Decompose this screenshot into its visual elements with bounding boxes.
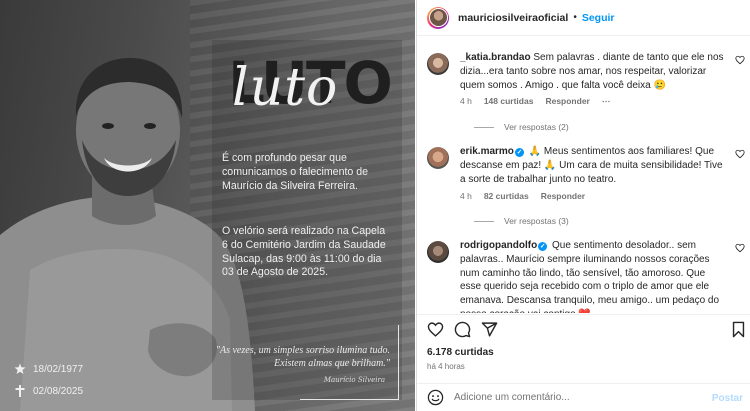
obituary-paragraph: É com profundo pesar que comunicamos o f…: [222, 152, 369, 192]
quote-text: "As vezes, um simples sorriso ilumina tu…: [215, 345, 390, 369]
heart-icon[interactable]: [735, 149, 745, 159]
add-comment-bar: Postar: [417, 383, 750, 411]
cross-icon: [15, 385, 25, 397]
heart-icon[interactable]: [735, 55, 745, 65]
headline-script: luto: [232, 58, 339, 118]
reply-button[interactable]: Responder: [541, 191, 585, 201]
comment-meta: 4 h 82 curtidas Responder: [460, 191, 585, 201]
reply-button[interactable]: Responder: [545, 96, 589, 107]
post-time[interactable]: há 4 horas: [427, 362, 465, 371]
avatar[interactable]: [427, 53, 449, 75]
likes-count[interactable]: 6.178 curtidas: [427, 347, 494, 358]
comment-time: 4 h: [460, 96, 472, 106]
comment-meta: 4 h 148 curtidas Responder ⋯: [460, 96, 610, 107]
bookmark-icon[interactable]: [730, 321, 747, 338]
comment-text-block: erik.marmo ✓ 🙏 Meus sentimentos aos famil…: [460, 145, 728, 186]
avatar[interactable]: [427, 241, 449, 263]
send-icon[interactable]: [481, 321, 498, 338]
comment-likes[interactable]: 82 curtidas: [484, 191, 529, 201]
comment-icon[interactable]: [454, 321, 471, 338]
heart-icon[interactable]: [735, 243, 745, 253]
funeral-details: O velório será realizado na Capela 6 do …: [222, 225, 386, 279]
post-side-panel: mauriciosilveiraoficial • Seguir _katia.…: [416, 0, 750, 411]
separator-dot: •: [573, 12, 577, 23]
avatar[interactable]: [427, 147, 449, 169]
frame-line: [398, 325, 399, 400]
comment-username[interactable]: _katia.brandao: [460, 52, 531, 63]
post-header: mauriciosilveiraoficial • Seguir: [417, 0, 750, 36]
view-replies-button[interactable]: Ver respostas (3): [474, 216, 569, 226]
star-icon: [14, 363, 26, 374]
more-options-icon[interactable]: ⋯: [602, 96, 611, 107]
comment-text-block: rodrigopandolfo ✓ Que sentimento desolado…: [460, 239, 728, 313]
verified-badge-icon: ✓: [538, 242, 548, 251]
birth-date-row: 18/02/1977: [14, 363, 83, 375]
comment-input[interactable]: [454, 392, 694, 403]
birth-date: 18/02/1977: [33, 363, 84, 375]
signature: Maurício Silveira: [323, 376, 385, 384]
avatar[interactable]: [427, 6, 449, 29]
death-date: 02/08/2025: [33, 385, 84, 397]
view-replies-label: Ver respostas (3): [504, 216, 569, 226]
verified-badge-icon: ✓: [514, 148, 524, 157]
post-actions-bar: [417, 314, 750, 342]
comment-likes[interactable]: 148 curtidas: [484, 96, 534, 107]
emoji-icon[interactable]: [427, 389, 444, 406]
death-date-row: 02/08/2025: [14, 385, 83, 397]
post-comment-button[interactable]: Postar: [712, 393, 743, 404]
comment-username[interactable]: erik.marmo: [460, 146, 514, 157]
view-replies-button[interactable]: Ver respostas (2): [474, 122, 569, 132]
comment-username[interactable]: rodrigopandolfo: [460, 240, 537, 251]
comment-time: 4 h: [460, 191, 472, 201]
post-image[interactable]: LUTO luto É com profundo pesar que comun…: [0, 0, 415, 411]
follow-button[interactable]: Seguir: [582, 12, 615, 24]
view-replies-label: Ver respostas (2): [504, 122, 569, 132]
frame-line: [300, 399, 399, 400]
author-username[interactable]: mauriciosilveiraoficial: [458, 12, 568, 24]
comments-list[interactable]: _katia.brandao Sem palavras . diante de …: [417, 37, 750, 313]
comment-text-block: _katia.brandao Sem palavras . diante de …: [460, 51, 728, 92]
heart-icon[interactable]: [427, 321, 444, 338]
